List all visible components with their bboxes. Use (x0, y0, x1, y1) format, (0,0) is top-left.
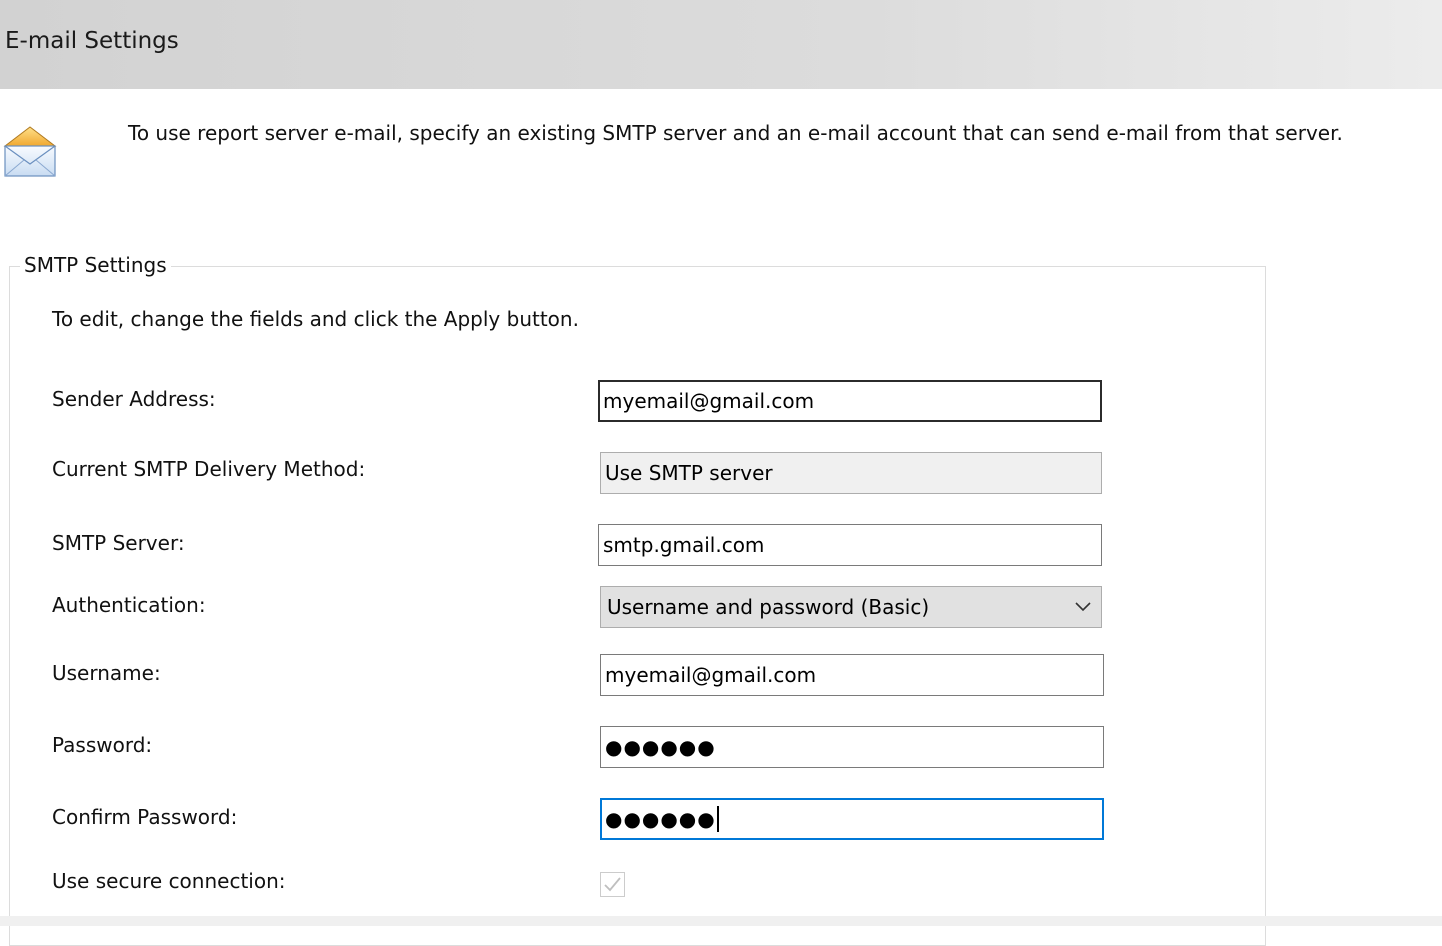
intro-text: To use report server e-mail, specify an … (128, 121, 1343, 145)
secure-connection-label: Use secure connection: (52, 869, 286, 893)
chevron-down-icon[interactable] (1075, 600, 1091, 614)
delivery-method-field: Use SMTP server (600, 452, 1102, 494)
username-label: Username: (52, 661, 161, 685)
sender-address-input[interactable]: myemail@gmail.com (598, 380, 1102, 422)
sender-address-label: Sender Address: (52, 387, 216, 411)
password-input[interactable]: ●●●●●● (600, 726, 1104, 768)
confirm-password-value: ●●●●●● (605, 807, 716, 831)
page-title: E-mail Settings (5, 28, 179, 54)
authentication-selected-value: Username and password (Basic) (607, 595, 930, 619)
authentication-select[interactable]: Username and password (Basic) (600, 586, 1102, 628)
smtp-server-label: SMTP Server: (52, 531, 185, 555)
delivery-method-label: Current SMTP Delivery Method: (52, 457, 366, 481)
bottom-edge (0, 916, 1442, 926)
text-caret (716, 805, 719, 832)
smtp-server-input[interactable]: smtp.gmail.com (598, 524, 1102, 566)
password-label: Password: (52, 733, 153, 757)
envelope-icon (3, 126, 57, 177)
edit-instruction: To edit, change the fields and click the… (52, 307, 579, 331)
page-header: E-mail Settings (0, 0, 1442, 89)
smtp-settings-legend: SMTP Settings (20, 253, 171, 277)
authentication-label: Authentication: (52, 593, 206, 617)
checkmark-icon (604, 877, 621, 892)
secure-connection-checkbox[interactable] (600, 872, 625, 897)
username-input[interactable]: myemail@gmail.com (600, 654, 1104, 696)
confirm-password-input[interactable]: ●●●●●● (600, 798, 1104, 840)
confirm-password-label: Confirm Password: (52, 805, 238, 829)
